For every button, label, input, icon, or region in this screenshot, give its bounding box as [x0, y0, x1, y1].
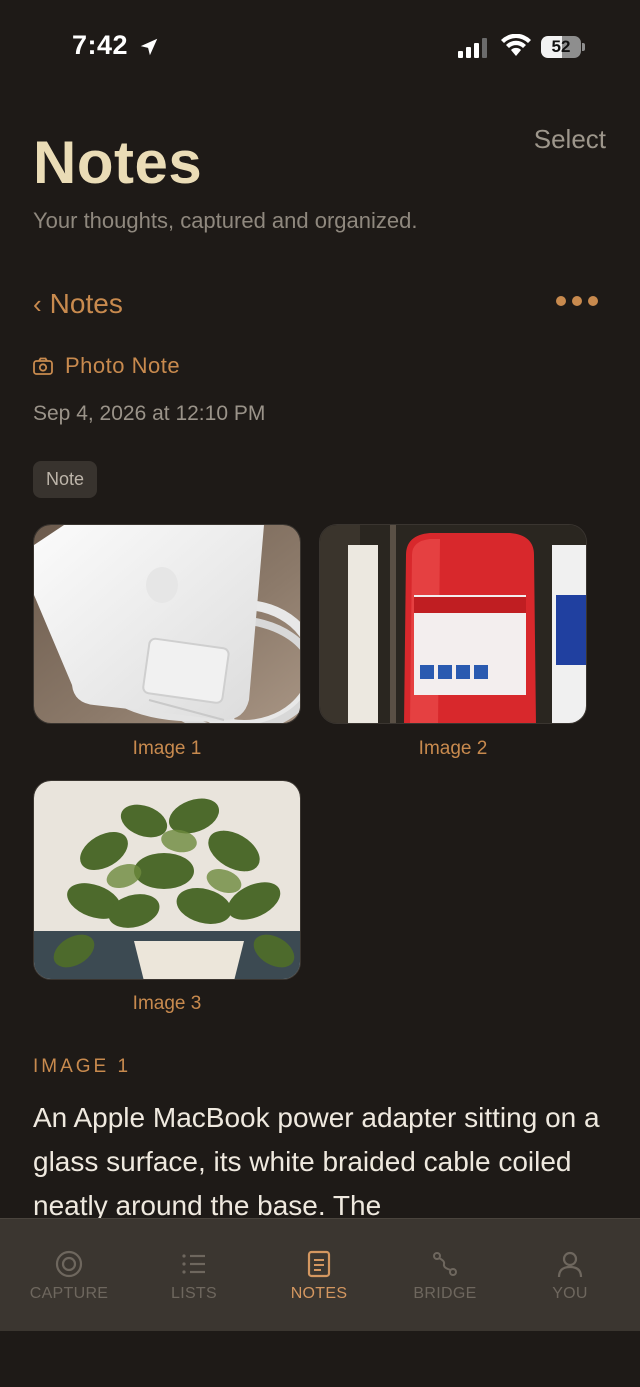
fire-extinguisher-image	[320, 525, 586, 723]
tab-label-you: YOU	[552, 1285, 588, 1302]
note-body: An Apple MacBook power adapter sitting o…	[33, 1102, 600, 1221]
back-button[interactable]: ‹ Notes	[33, 288, 123, 320]
battery-level: 52	[551, 37, 571, 56]
tab-label-notes: NOTES	[290, 1285, 348, 1302]
image-thumbnail-2[interactable]	[319, 524, 587, 724]
potted-plant-image	[34, 781, 300, 979]
tab-notes[interactable]: NOTES	[255, 1219, 383, 1332]
power-adapter-image	[34, 525, 300, 723]
list-icon	[182, 1254, 205, 1274]
capture-icon	[55, 1250, 83, 1278]
location-arrow-icon	[140, 38, 158, 56]
image-caption-1: Image 1	[132, 738, 202, 759]
image-caption-2: Image 2	[418, 738, 488, 759]
camera-icon	[33, 357, 53, 375]
image-thumbnail-3[interactable]	[33, 780, 301, 980]
signal-icon	[458, 38, 487, 58]
image-thumbnail-1[interactable]	[33, 524, 301, 724]
bridge-icon	[433, 1252, 457, 1276]
ellipsis-icon[interactable]	[556, 296, 598, 306]
chevron-left-icon: ‹	[33, 288, 42, 319]
person-icon	[557, 1251, 583, 1278]
note-type: Photo Note	[33, 353, 180, 379]
home-indicator-area	[0, 1331, 640, 1387]
note-date: Sep 4, 2026 at 12:10 PM	[33, 402, 266, 425]
notes-icon	[307, 1250, 331, 1278]
back-label: Notes	[49, 288, 123, 319]
tag-chip[interactable]: Note	[33, 461, 98, 498]
image-caption-3: Image 3	[132, 993, 202, 1014]
tab-lists[interactable]: LISTS	[130, 1219, 258, 1332]
tab-label-capture: CAPTURE	[29, 1285, 109, 1302]
tab-bar: CAPTURE LISTS NOTES BRIDGE YOU	[0, 1218, 640, 1331]
wifi-icon	[501, 34, 531, 56]
status-bar: 7:42 52	[0, 0, 640, 96]
tab-label-lists: LISTS	[171, 1285, 217, 1302]
page-title: Notes	[33, 129, 203, 196]
tab-bridge[interactable]: BRIDGE	[381, 1219, 509, 1332]
page-subtitle: Your thoughts, captured and organized.	[33, 208, 418, 233]
tab-capture[interactable]: CAPTURE	[5, 1219, 133, 1332]
tab-label-bridge: BRIDGE	[413, 1285, 477, 1302]
select-button[interactable]: Select	[534, 124, 606, 155]
tab-you[interactable]: YOU	[506, 1219, 634, 1332]
battery-icon: 52	[541, 36, 585, 58]
status-time: 7:42	[72, 30, 129, 60]
section-label: IMAGE 1	[33, 1056, 132, 1077]
note-type-label: Photo Note	[65, 353, 181, 378]
